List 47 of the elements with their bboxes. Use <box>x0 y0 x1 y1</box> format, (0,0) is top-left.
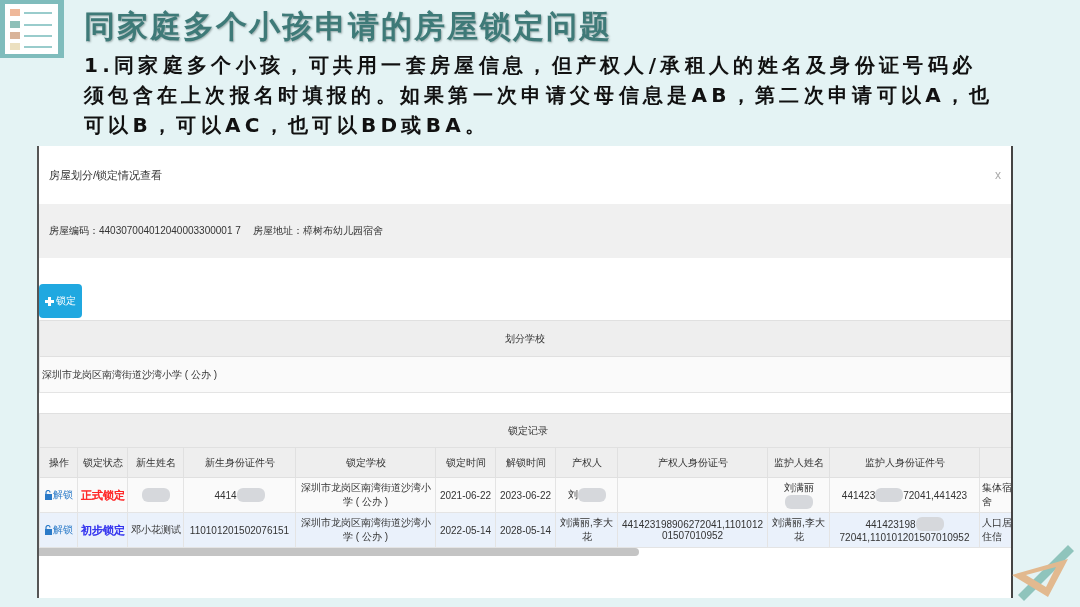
table-cell: 邓小花测试 <box>130 523 181 537</box>
table-cell: 2028-05-14 <box>499 524 552 536</box>
column-header: 操作 <box>39 447 78 478</box>
column-header: 新生姓名 <box>127 447 184 478</box>
table-cell: 4414 <box>214 489 237 501</box>
table-cell-text: 刘满丽,李大花 <box>771 516 826 544</box>
column-header: 产权人 <box>555 447 618 478</box>
lock-button[interactable]: 锁定 <box>39 284 82 318</box>
table-cell: 441423198906272041,110101201507010952 <box>620 519 765 541</box>
slide-title: 同家庭多个小孩申请的房屋锁定问题 <box>84 7 613 46</box>
table-cell: 2021-06-22 <box>439 489 492 501</box>
lock-status: 初步锁定 <box>80 523 125 536</box>
horizontal-scrollbar[interactable] <box>39 548 639 556</box>
table-cell: 集体宿舍 <box>982 481 1011 509</box>
table-cell: 刘满丽 <box>783 481 814 495</box>
table-header: 划分学校 <box>39 320 1011 357</box>
column-header: 锁定学校 <box>295 447 436 478</box>
dialog-title: 房屋划分/锁定情况查看 <box>49 167 163 183</box>
table-cell: 72041,110101201507010952 <box>839 531 970 543</box>
column-header: 产权人身份证号 <box>617 447 768 478</box>
table-cell: 110101201502076151 <box>189 524 290 536</box>
unlock-icon <box>44 490 52 500</box>
house-address-text: 房屋地址：樟树布幼儿园宿舍 <box>252 224 383 238</box>
table-cell-text: 深圳市龙岗区南湾街道沙湾小学 ( 公办 ) <box>299 481 432 509</box>
lock-status: 正式锁定 <box>80 488 125 501</box>
plus-icon <box>45 296 54 306</box>
table-cell: 2022-05-14 <box>439 524 492 536</box>
table-cell: 深圳市龙岗区南湾街道沙湾小学 ( 公办 ) <box>39 356 1011 393</box>
table-cell: 441423198 <box>865 518 916 530</box>
unlock-icon <box>44 525 52 535</box>
column-header: 锁定状态 <box>77 447 128 478</box>
column-header: 锁定时间 <box>435 447 496 478</box>
table-cell: 人口居住信 <box>982 516 1011 544</box>
table-header: 锁定记录 <box>39 413 1011 448</box>
house-code-text: 房屋编码：440307004012040003300001 7 <box>49 224 241 238</box>
column-header: 解锁时间 <box>495 447 556 478</box>
table-cell-text: 深圳市龙岗区南湾街道沙湾小学 ( 公办 ) <box>299 516 432 544</box>
column-header: 新生身份证件号 <box>183 447 296 478</box>
table-cell: 441423 <box>841 489 876 501</box>
table-cell: 72041,441423 <box>903 489 968 501</box>
close-button[interactable]: x <box>995 168 1001 182</box>
slide-body-text: 1.同家庭多个小孩，可共用一套房屋信息，但产权人/承租人的姓名及身份证号码必须包含在上次报名时填报的。如果第一次申请父母信息是AB，第二次申请可以A，也可以B，可以AC，也可以BD或BA。 <box>84 52 994 139</box>
column-header: 监护人姓名 <box>767 447 830 478</box>
table-cell: 刘 <box>567 488 578 502</box>
column-header: 监护人身份证件号 <box>829 447 980 478</box>
table-cell-text: 刘满丽,李大花 <box>559 516 614 544</box>
table-cell: 2023-06-22 <box>499 489 552 501</box>
